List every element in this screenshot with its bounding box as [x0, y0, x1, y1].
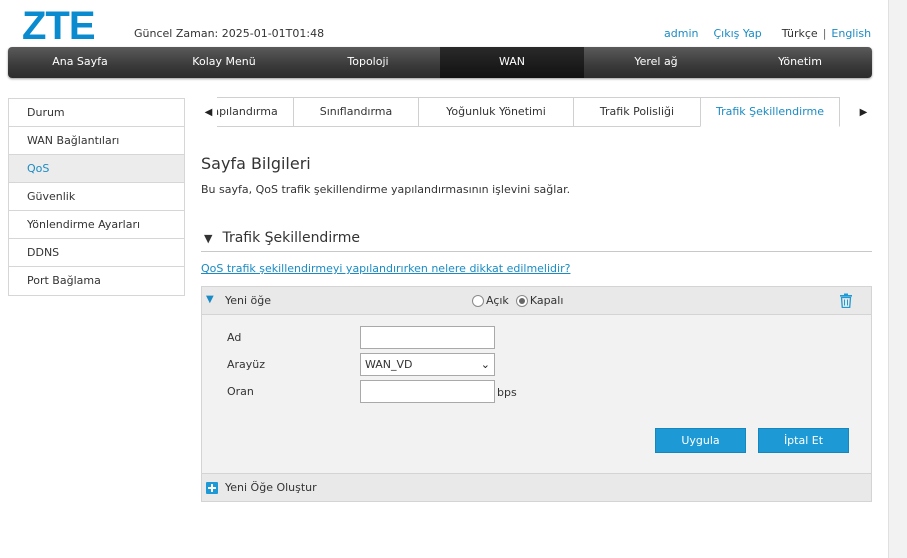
admin-link[interactable]: admin: [664, 27, 698, 40]
radio-acik-label: Açık: [486, 294, 509, 307]
logout-link[interactable]: Çıkış Yap: [713, 27, 761, 40]
create-new-button[interactable]: Yeni Öğe Oluştur: [225, 481, 317, 494]
page-description: Bu sayfa, QoS trafik şekillendirme yapıl…: [201, 183, 571, 196]
rule-header: ▼ Yeni öğe Açık Kapalı: [202, 287, 871, 315]
chevron-down-icon: ⌄: [480, 358, 490, 371]
nav-item-kolay-menu[interactable]: Kolay Menü: [152, 47, 296, 78]
tab-yogunluk-yonetimi[interactable]: Yoğunluk Yönetimi: [418, 97, 574, 127]
interface-label: Arayüz: [227, 358, 266, 371]
interface-select[interactable]: WAN_VD ⌄: [360, 353, 495, 376]
rule-collapse-icon[interactable]: ▼: [206, 294, 214, 305]
nav-item-ana-sayfa[interactable]: Ana Sayfa: [8, 47, 152, 78]
tab-qos-yapilandirma[interactable]: QoS Yapılandırma: [217, 97, 294, 127]
sidebar-item-guvenlik[interactable]: Güvenlik: [9, 183, 184, 211]
top-nav: Ana Sayfa Kolay Menü Topoloji WAN Yerel …: [8, 47, 872, 78]
language-current: Türkçe: [781, 27, 818, 40]
current-time: Güncel Zaman: 2025-01-01T01:48: [134, 27, 325, 40]
apply-button[interactable]: Uygula: [655, 428, 746, 453]
tab-trafik-polisligi[interactable]: Trafik Polisliği: [573, 97, 701, 127]
help-link[interactable]: QoS trafik şekillendirmeyi yapılandırırk…: [201, 262, 570, 275]
language-separator: |: [822, 27, 827, 40]
sidebar-item-port-baglama[interactable]: Port Bağlama: [9, 267, 184, 295]
rate-input[interactable]: [360, 380, 495, 403]
rule-name: Yeni öğe: [225, 294, 272, 307]
window-right-edge: [888, 0, 907, 558]
nav-item-yerel-ag[interactable]: Yerel ağ: [584, 47, 728, 78]
tab-scroll-left-icon[interactable]: ◀: [200, 97, 217, 127]
zte-logo: ZTE: [22, 4, 96, 48]
tab-viewport: QoS Yapılandırma Sınıflandırma Yoğunluk …: [217, 97, 855, 127]
header-links: admin Çıkış Yap Türkçe | English: [664, 27, 871, 40]
tab-strip: ◀ QoS Yapılandırma Sınıflandırma Yoğunlu…: [200, 97, 872, 127]
rate-unit: bps: [497, 386, 517, 399]
sidebar-item-qos[interactable]: QoS: [9, 155, 184, 183]
language-english-link[interactable]: English: [831, 27, 871, 40]
nav-item-topoloji[interactable]: Topoloji: [296, 47, 440, 78]
radio-kapali[interactable]: [515, 294, 528, 307]
nav-item-wan[interactable]: WAN: [440, 47, 584, 78]
sidebar-item-durum[interactable]: Durum: [9, 99, 184, 127]
sidebar-item-ddns[interactable]: DDNS: [9, 239, 184, 267]
enable-radio-group: Açık Kapalı: [472, 294, 570, 307]
sidebar: Durum WAN Bağlantıları QoS Güvenlik Yönl…: [8, 98, 185, 296]
section-title: Trafik Şekillendirme: [222, 230, 360, 246]
section-header[interactable]: ▼ Trafik Şekillendirme: [201, 225, 872, 252]
name-input[interactable]: [360, 326, 495, 349]
radio-acik[interactable]: [472, 294, 484, 307]
sidebar-item-wan-baglantilari[interactable]: WAN Bağlantıları: [9, 127, 184, 155]
cancel-button[interactable]: İptal Et: [758, 428, 849, 453]
tab-scroll-right-icon[interactable]: ▶: [855, 97, 872, 127]
interface-select-value: WAN_VD: [365, 358, 413, 371]
trash-icon[interactable]: [839, 293, 853, 308]
collapse-triangle-icon[interactable]: ▼: [204, 232, 212, 245]
radio-kapali-label: Kapalı: [529, 294, 564, 307]
name-label: Ad: [227, 331, 242, 344]
sidebar-item-yonlendirme-ayarlari[interactable]: Yönlendirme Ayarları: [9, 211, 184, 239]
create-new-row: Yeni Öğe Oluştur: [202, 473, 871, 501]
plus-icon[interactable]: [206, 482, 218, 494]
rate-label: Oran: [227, 385, 254, 398]
nav-item-yonetim[interactable]: Yönetim: [728, 47, 872, 78]
tab-trafik-sekillendirme[interactable]: Trafik Şekillendirme: [700, 97, 840, 127]
page-title: Sayfa Bilgileri: [201, 154, 311, 173]
tab-siniflandirma[interactable]: Sınıflandırma: [293, 97, 419, 127]
rule-panel: ▼ Yeni öğe Açık Kapalı Ad Arayüz WAN_VD …: [201, 286, 872, 502]
